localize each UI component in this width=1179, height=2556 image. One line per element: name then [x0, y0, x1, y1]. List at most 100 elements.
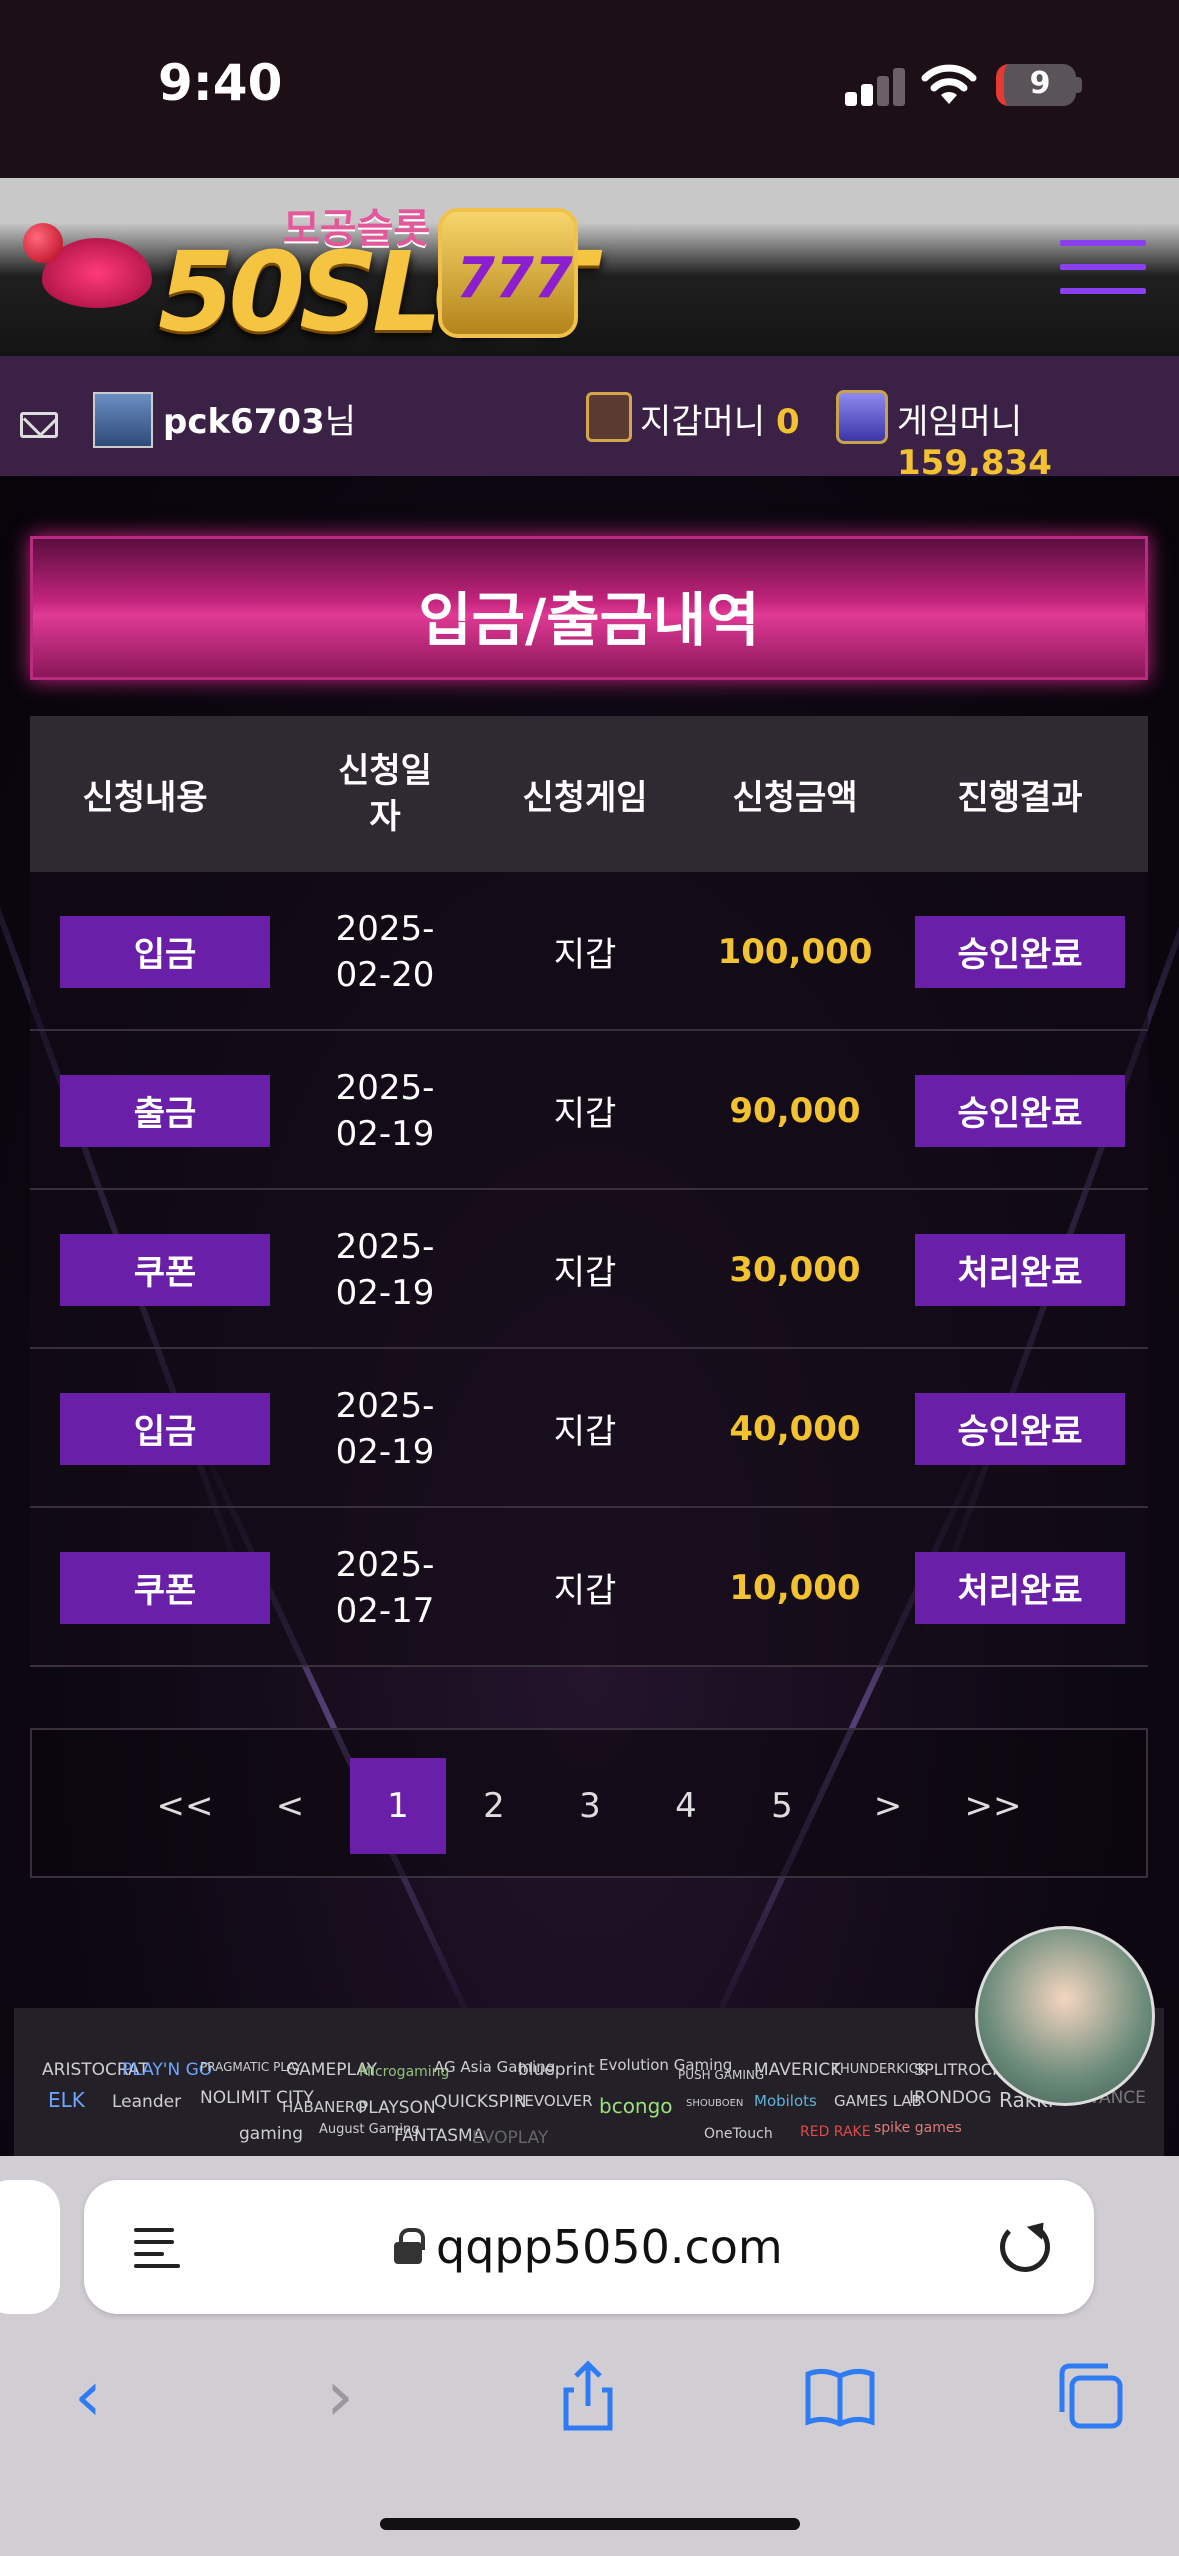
table-header-row: 신청내용 신청일 자 신청게임 신청금액 진행결과 [30, 716, 1148, 872]
page-button-5[interactable]: 5 [734, 1758, 830, 1854]
request-game: 지갑 [553, 1571, 617, 1611]
request-date: 2025- 02-19 [320, 1031, 450, 1190]
provider-logo: spike games [874, 2120, 962, 2136]
type-badge: 쿠폰 [60, 1551, 270, 1624]
address-bar[interactable]: qqpp5050.com [84, 2180, 1094, 2314]
main-content: 입금/출금내역 신청내용 신청일 자 신청게임 신청금액 진행결과 입금 202… [0, 476, 1179, 2156]
request-amount: 90,000 [729, 1090, 861, 1131]
provider-logo: OneTouch [704, 2126, 773, 2142]
back-icon[interactable]: ‹ [48, 2355, 128, 2437]
date-day: 02-19 [335, 1272, 435, 1313]
type-badge: 입금 [60, 1392, 270, 1465]
provider-logo: IRONDOG [909, 2088, 992, 2108]
prev-page-button[interactable]: < [242, 1758, 338, 1854]
date-year: 2025- [335, 1067, 435, 1108]
reader-mode-icon[interactable] [134, 2224, 180, 2270]
date-day: 02-17 [335, 1590, 435, 1631]
request-game: 지갑 [553, 1412, 617, 1452]
bookmarks-icon[interactable] [800, 2356, 880, 2436]
page-button-3[interactable]: 3 [542, 1758, 638, 1854]
username: pck6703님 [163, 394, 356, 443]
date-year: 2025- [335, 1385, 435, 1426]
status-badge: 처리완료 [915, 1233, 1125, 1306]
provider-logo: blueprint [518, 2060, 595, 2080]
battery-icon: 9 [996, 64, 1076, 106]
table-row: 쿠폰 2025- 02-19 지갑 30,000 처리완료 [30, 1190, 1148, 1349]
wallet-money: 지갑머니 0 [640, 394, 800, 443]
request-amount: 100,000 [717, 931, 873, 972]
provider-logo: PLAY'N GO [122, 2060, 213, 2080]
history-table: 신청내용 신청일 자 신청게임 신청금액 진행결과 입금 2025- 02-20 … [30, 716, 1148, 1667]
battery-level: 9 [1029, 66, 1051, 101]
table-row: 입금 2025- 02-20 지갑 100,000 승인완료 [30, 872, 1148, 1031]
status-badge: 승인완료 [915, 1074, 1125, 1147]
date-day: 02-19 [335, 1431, 435, 1472]
request-amount: 10,000 [729, 1567, 861, 1608]
provider-logo: Leander [112, 2092, 182, 2112]
user-info-bar: pck6703님 지갑머니 0 게임머니 159,834 [0, 356, 1179, 483]
mail-icon[interactable] [20, 412, 58, 438]
provider-logo: bcongo [599, 2094, 673, 2118]
provider-logo: QUICKSPIN [434, 2092, 527, 2112]
first-page-button[interactable]: << [137, 1758, 233, 1854]
provider-logo: MAVERICK [754, 2060, 842, 2080]
date-year: 2025- [335, 1226, 435, 1267]
status-badge: 처리완료 [915, 1551, 1125, 1624]
share-icon[interactable] [548, 2356, 628, 2436]
chat-support-avatar-icon[interactable] [975, 1926, 1155, 2106]
request-game: 지갑 [553, 1253, 617, 1293]
page-title-banner: 입금/출금내역 [30, 536, 1148, 680]
provider-logo: PLAYSON [358, 2098, 436, 2118]
header-result: 진행결과 [957, 777, 1083, 818]
page-button-2[interactable]: 2 [446, 1758, 542, 1854]
site-logo[interactable]: 모공슬롯 50SLOT 777 [18, 188, 595, 356]
provider-logo: HABANERO [282, 2098, 368, 2116]
forward-icon[interactable]: › [300, 2355, 380, 2437]
table-row: 입금 2025- 02-19 지갑 40,000 승인완료 [30, 1349, 1148, 1508]
date-day: 02-19 [335, 1113, 435, 1154]
page-button-4[interactable]: 4 [638, 1758, 734, 1854]
header-request-amount: 신청금액 [732, 777, 858, 818]
logo-badge: 777 [456, 246, 573, 311]
provider-logo: REVOLVER [514, 2092, 593, 2110]
previous-tab-preview[interactable] [0, 2180, 60, 2314]
provider-logo: PUSH GAMING [678, 2068, 765, 2082]
provider-logo: RED RAKE [800, 2124, 871, 2140]
wallet-money-label: 지갑머니 [640, 402, 766, 442]
provider-logo: SHOUBOEN [686, 2098, 744, 2109]
request-date: 2025- 02-19 [320, 1190, 450, 1349]
username-suffix: 님 [324, 402, 357, 442]
type-badge: 출금 [60, 1074, 270, 1147]
avatar[interactable] [93, 392, 153, 448]
next-page-button[interactable]: > [840, 1758, 936, 1854]
table-row: 쿠폰 2025- 02-17 지갑 10,000 처리완료 [30, 1508, 1148, 1667]
treasure-box-icon [836, 390, 888, 444]
safe-icon [586, 392, 632, 442]
wifi-icon [921, 64, 977, 104]
cherry-icon [23, 223, 63, 263]
date-year: 2025- [335, 1544, 435, 1585]
provider-logo: THUNDERKICK [832, 2062, 927, 2077]
date-day: 02-20 [335, 954, 435, 995]
last-page-button[interactable]: >> [945, 1758, 1041, 1854]
request-amount: 40,000 [729, 1408, 861, 1449]
pagination: << < 1 2 3 4 5 > >> [30, 1728, 1148, 1878]
game-money: 게임머니 159,834 [897, 394, 1179, 483]
request-date: 2025- 02-20 [320, 872, 450, 1031]
url-text[interactable]: qqpp5050.com [436, 2220, 783, 2274]
page-button-1[interactable]: 1 [350, 1758, 446, 1854]
wallet-money-value: 0 [775, 402, 800, 442]
tabs-icon[interactable] [1050, 2356, 1130, 2436]
page-title: 입금/출금내역 [418, 586, 760, 654]
lock-icon [394, 2228, 425, 2264]
table-row: 출금 2025- 02-19 지갑 90,000 승인완료 [30, 1031, 1148, 1190]
menu-hamburger-icon[interactable] [1060, 240, 1146, 296]
request-game: 지갑 [553, 935, 617, 975]
reload-icon[interactable] [1000, 2222, 1050, 2272]
request-amount: 30,000 [729, 1249, 861, 1290]
request-game: 지갑 [553, 1094, 617, 1134]
home-indicator [380, 2518, 800, 2530]
site-header: 모공슬롯 50SLOT 777 [0, 178, 1179, 356]
header-request-game: 신청게임 [522, 777, 648, 818]
status-badge: 승인완료 [915, 915, 1125, 988]
